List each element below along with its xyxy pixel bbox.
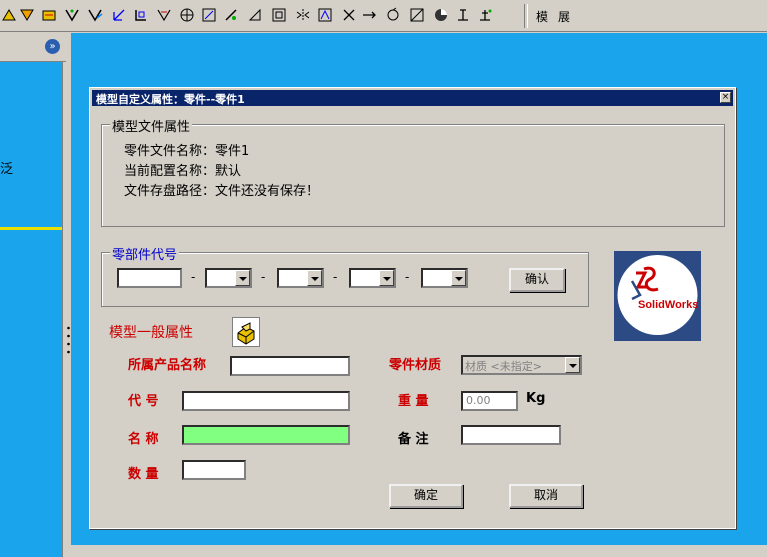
name-label: 名 称 <box>128 432 159 447</box>
file-properties-caption: 模型文件属性 <box>110 116 193 135</box>
axis-icon[interactable] <box>110 6 128 24</box>
product-name-field[interactable] <box>230 356 350 376</box>
relation-icon[interactable] <box>63 6 81 24</box>
file-properties-group: 模型文件属性 零件文件名称：零件1 当前配置名称：默认 文件存盘路径：文件还没有… <box>101 116 725 227</box>
quantity-label: 数 量 <box>128 467 159 482</box>
code-dash: - <box>333 270 338 284</box>
ok-button[interactable]: 确定 <box>389 484 463 508</box>
solidworks-logo-icon <box>614 251 701 341</box>
scale-icon[interactable] <box>408 6 426 24</box>
trim-icon[interactable] <box>0 6 18 24</box>
part-code-group: 零部件代号 - - - - 确认 <box>101 244 589 307</box>
offset-icon[interactable] <box>200 6 218 24</box>
copy-icon[interactable] <box>432 6 450 24</box>
part-code-field-1[interactable] <box>117 268 182 288</box>
dialog-title: 模型自定义属性：零件--零件1 <box>96 93 245 106</box>
smart-dimension-icon[interactable] <box>40 6 58 24</box>
config-name-text: 当前配置名称：默认 <box>124 164 242 179</box>
status-strip <box>71 545 767 557</box>
chevron-down-icon[interactable] <box>379 270 394 286</box>
collapse-icon[interactable]: » <box>45 39 60 54</box>
remark-field[interactable] <box>461 425 561 445</box>
toolbar-text-expand[interactable]: 展 <box>558 8 570 25</box>
move-icon[interactable] <box>360 6 378 24</box>
convert-entities-icon[interactable] <box>316 6 334 24</box>
code-confirm-button[interactable]: 确认 <box>509 268 565 292</box>
rotate-icon[interactable] <box>384 6 402 24</box>
quantity-field[interactable] <box>182 460 246 480</box>
part-code-combo-3[interactable] <box>349 268 396 288</box>
part-icon <box>232 317 260 347</box>
material-combo[interactable]: 材质 <未指定> <box>461 355 582 375</box>
weight-unit: Kg <box>526 391 546 406</box>
chevron-down-icon[interactable] <box>451 270 466 286</box>
sketch-fillet-icon[interactable] <box>222 6 240 24</box>
custom-properties-dialog: 模型自定义属性：零件--零件1 × 模型文件属性 零件文件名称：零件1 当前配置… <box>89 87 736 529</box>
material-value: 材质 <未指定> <box>465 360 542 373</box>
trim-entities-icon[interactable] <box>155 6 173 24</box>
spline-icon[interactable] <box>476 6 494 24</box>
split-icon[interactable] <box>340 6 358 24</box>
display-relation-icon[interactable] <box>86 6 104 24</box>
code-dash: - <box>261 270 266 284</box>
modify-icon[interactable] <box>454 6 472 24</box>
dialog-titlebar[interactable]: 模型自定义属性：零件--零件1 × <box>92 90 733 106</box>
dimension-icon[interactable] <box>18 6 36 24</box>
product-name-label: 所属产品名称 <box>128 358 207 373</box>
save-path-text: 文件存盘路径：文件还没有保存！ <box>124 184 320 199</box>
mirror-icon[interactable] <box>294 6 312 24</box>
block-icon[interactable] <box>270 6 288 24</box>
part-code-combo-4[interactable] <box>421 268 468 288</box>
panel-border <box>62 62 66 557</box>
name-field[interactable] <box>182 425 350 445</box>
feature-manager-panel: » 泛 <box>0 33 66 557</box>
panel-header: » <box>0 33 66 62</box>
weight-label: 重 量 <box>398 394 429 409</box>
file-name-text: 零件文件名称：零件1 <box>124 144 250 159</box>
code-field[interactable] <box>182 391 350 411</box>
close-icon[interactable]: × <box>720 92 731 103</box>
part-code-caption: 零部件代号 <box>110 244 180 263</box>
solidworks-logo: SolidWorks <box>614 251 701 341</box>
code-dash: - <box>191 270 196 284</box>
linear-pattern-icon[interactable] <box>178 6 196 24</box>
code-label: 代 号 <box>128 394 159 409</box>
code-dash: - <box>405 270 410 284</box>
part-code-combo-1[interactable] <box>205 268 252 288</box>
coordinate-icon[interactable] <box>132 6 150 24</box>
panel-rollback-bar[interactable] <box>0 227 62 230</box>
toolbar-separator <box>524 4 528 28</box>
chevron-down-icon[interactable] <box>235 270 250 286</box>
general-properties-caption: 模型一般属性 <box>109 325 193 341</box>
chevron-down-icon[interactable] <box>565 357 580 373</box>
material-label: 零件材质 <box>389 358 442 373</box>
panel-text-fragment: 泛 <box>0 162 14 177</box>
logo-text: SolidWorks <box>638 299 699 311</box>
weight-field[interactable]: 0.00 <box>461 391 518 411</box>
sketch-toolbar: 模 展 <box>0 0 767 32</box>
cancel-button[interactable]: 取消 <box>509 484 583 508</box>
part-code-combo-2[interactable] <box>277 268 324 288</box>
remark-label: 备 注 <box>398 432 429 447</box>
toolbar-text-model[interactable]: 模 <box>536 8 548 25</box>
chamfer-icon[interactable] <box>246 6 264 24</box>
chevron-down-icon[interactable] <box>307 270 322 286</box>
